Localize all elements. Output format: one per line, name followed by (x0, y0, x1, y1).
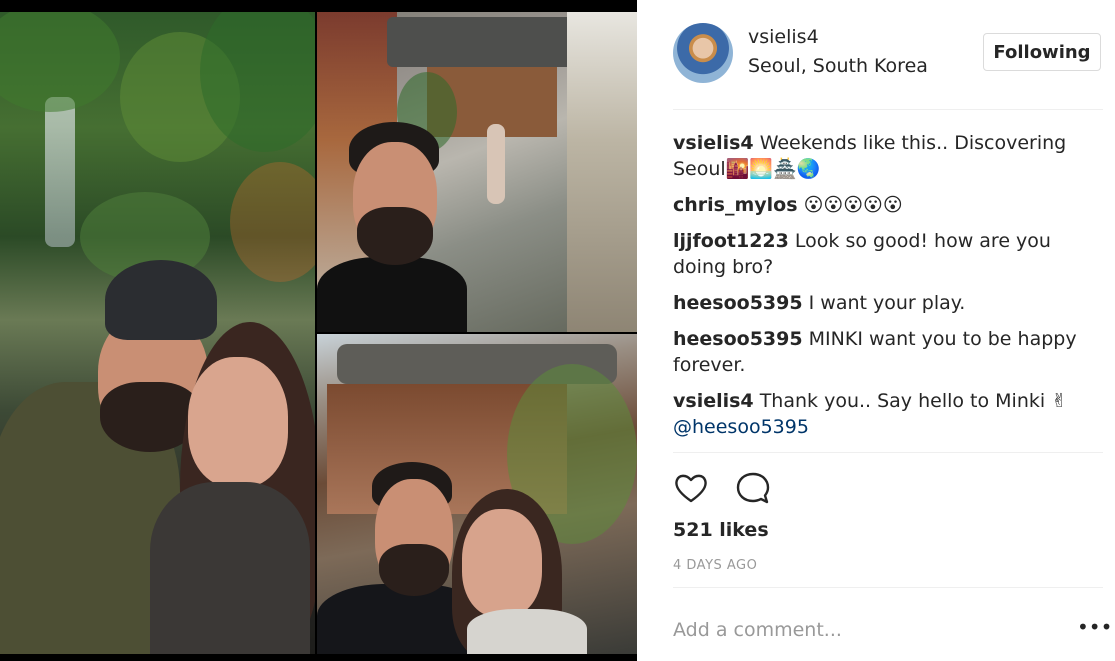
comments-list: vsielis4 Weekends like this.. Discoverin… (673, 130, 1103, 450)
ellipsis-icon[interactable]: ••• (1077, 617, 1112, 643)
post-location[interactable]: Seoul, South Korea (748, 55, 928, 77)
comment-username[interactable]: heesoo5395 (673, 328, 803, 350)
comment-username[interactable]: ljjfoot1223 (673, 230, 789, 252)
comment-username[interactable]: heesoo5395 (673, 292, 803, 314)
speech-bubble-icon[interactable] (735, 470, 771, 506)
post-header: vsielis4 Seoul, South Korea Following (673, 23, 1103, 83)
comment-text: I want your play. (802, 292, 966, 314)
woman-top (467, 609, 587, 654)
woman-face (462, 509, 542, 617)
waterfall (45, 97, 75, 247)
likes-count[interactable]: 521 likes (673, 519, 769, 541)
post-timestamp[interactable]: 4 DAYS AGO (673, 558, 757, 573)
header-username[interactable]: vsielis4 (748, 26, 819, 48)
divider (673, 452, 1103, 453)
man-beard (357, 207, 433, 265)
man-shirt (317, 257, 467, 332)
comment-item: heesoo5395 MINKI want you to be happy fo… (673, 326, 1103, 378)
photo-couple-garden (0, 12, 315, 654)
photo-man-alley (317, 12, 637, 332)
post-actions (673, 470, 873, 506)
add-comment-input[interactable] (673, 613, 1053, 647)
divider (673, 109, 1103, 110)
following-button[interactable]: Following (983, 33, 1101, 71)
avatar[interactable] (673, 23, 733, 83)
foliage (0, 12, 120, 112)
comment-item: heesoo5395 I want your play. (673, 290, 1103, 316)
comment-text: Thank you.. Say hello to Minki ✌ (753, 390, 1068, 412)
heart-icon[interactable] (673, 470, 709, 506)
man-beard (379, 544, 449, 596)
man-cap (105, 260, 217, 340)
woman-figure (487, 124, 505, 204)
post-detail-panel: vsielis4 Seoul, South Korea Following vs… (637, 0, 1115, 661)
photo-collage (0, 12, 637, 654)
comment-username[interactable]: chris_mylos (673, 194, 798, 216)
comment-mention-link[interactable]: @heesoo5395 (673, 416, 809, 438)
post-photo-pane[interactable] (0, 0, 637, 661)
divider (673, 587, 1103, 588)
comment-item: ljjfoot1223 Look so good! how are you do… (673, 228, 1103, 280)
photo-couple-hanok (317, 334, 637, 654)
stone-wall (567, 12, 637, 332)
hanok-roof (387, 17, 577, 67)
comment-item: vsielis4 Weekends like this.. Discoverin… (673, 130, 1103, 182)
woman-top (150, 482, 310, 654)
comment-username[interactable]: vsielis4 (673, 132, 754, 154)
comment-item: vsielis4 Thank you.. Say hello to Minki … (673, 388, 1103, 440)
foliage (230, 162, 315, 282)
comment-item: chris_mylos 😮😮😮😮😮 (673, 192, 1103, 218)
comment-username[interactable]: vsielis4 (673, 390, 754, 412)
comment-text: 😮😮😮😮😮 (797, 194, 903, 216)
woman-face (188, 357, 288, 487)
